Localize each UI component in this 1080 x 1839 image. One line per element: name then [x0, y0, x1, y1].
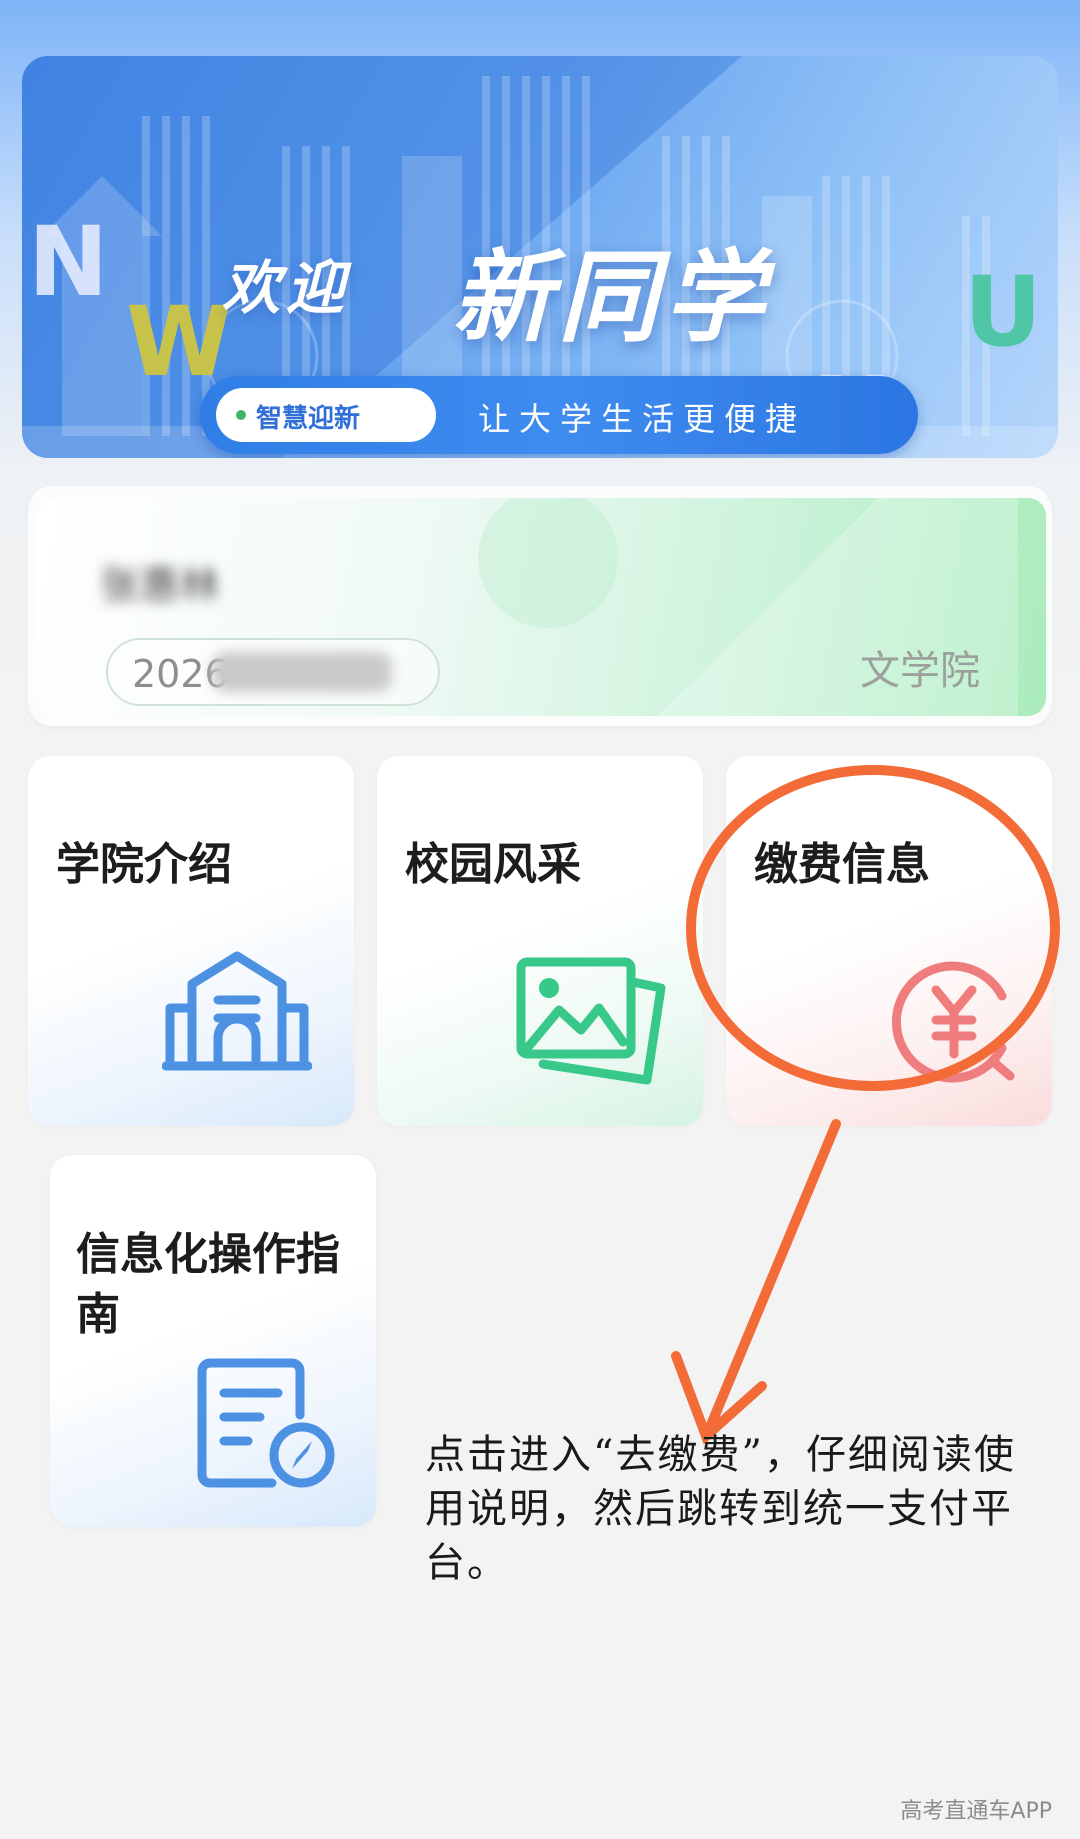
- watermark: 高考直通车APP: [900, 1799, 1052, 1824]
- annotation-text: 点击进入“去缴费”，仔细阅读使用说明，然后跳转到统一支付平台。: [425, 1432, 1016, 1586]
